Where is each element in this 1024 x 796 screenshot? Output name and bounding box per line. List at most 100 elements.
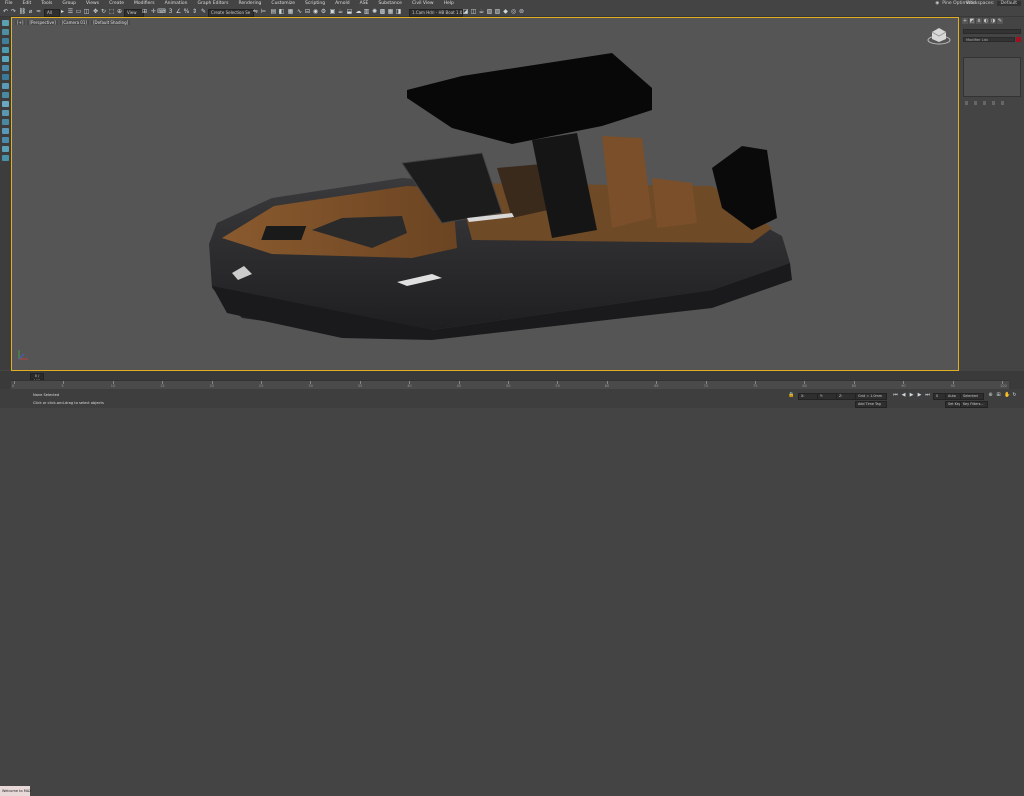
- viewport-menu-plus[interactable]: [+]: [15, 20, 26, 25]
- render-active-shade-icon[interactable]: ▨: [494, 8, 501, 15]
- vray-bitmap-icon[interactable]: ◨: [395, 8, 402, 15]
- pin-stack-icon[interactable]: [965, 101, 968, 105]
- workspace-selector[interactable]: Workspaces: Default: [966, 0, 1021, 7]
- menu-item-graph-editors[interactable]: Graph Editors: [193, 1, 234, 6]
- material-editor-icon[interactable]: ◉: [312, 8, 319, 15]
- motion-icon[interactable]: [2, 47, 9, 53]
- pivot-center-icon[interactable]: ⊞: [141, 8, 148, 15]
- zoom-all-icon[interactable]: ⊞: [996, 393, 1001, 398]
- track-bar[interactable]: 0 5 10 15 20 25 30 35 40 45 50 55 60 65 70 75 80 85 90 95 10…: [11, 380, 1009, 389]
- vray-mesh-export-icon[interactable]: ▦: [387, 8, 394, 15]
- options-icon[interactable]: [2, 155, 9, 161]
- render-production-icon[interactable]: ☕: [337, 8, 344, 15]
- viewcube-icon[interactable]: [926, 24, 952, 46]
- select-object-icon[interactable]: ▸: [59, 8, 66, 15]
- viewport-label[interactable]: [+] [Perspective] [Camera 01] [Default S…: [15, 20, 131, 25]
- named-selection-set-dropdown[interactable]: Create Selection Se: [208, 8, 254, 17]
- menu-item-civil-view[interactable]: Civil View: [407, 1, 439, 6]
- time-slider[interactable]: 0 / 100: [30, 373, 44, 383]
- render-setup-icon[interactable]: ⚙: [320, 8, 327, 15]
- menu-item-views[interactable]: Views: [81, 1, 104, 6]
- rendered-frame-window-icon[interactable]: ▣: [329, 8, 336, 15]
- display-filter-icon[interactable]: [2, 92, 9, 98]
- make-unique-icon[interactable]: [983, 101, 986, 105]
- create-icon[interactable]: [2, 20, 9, 26]
- search-icon[interactable]: ⊚: [518, 8, 525, 15]
- previous-frame-icon[interactable]: ◀: [901, 393, 906, 398]
- align-icon[interactable]: ⊨: [260, 8, 267, 15]
- auto-key-button[interactable]: Auto: [945, 393, 961, 400]
- key-mode-dropdown[interactable]: Selected: [960, 393, 984, 400]
- configure-modifier-sets-icon[interactable]: [1001, 101, 1004, 105]
- go-to-end-icon[interactable]: ⏭: [925, 393, 930, 398]
- curve-editor-icon[interactable]: ∿: [296, 8, 303, 15]
- menu-item-modifiers[interactable]: Modifiers: [129, 1, 160, 6]
- sort-icon[interactable]: [2, 119, 9, 125]
- menu-item-tools[interactable]: Tools: [36, 1, 57, 6]
- lock-selection-icon[interactable]: 🔒: [788, 393, 794, 398]
- selection-filter-dropdown[interactable]: All: [44, 8, 60, 17]
- mirror-icon[interactable]: ⇋: [252, 8, 259, 15]
- menu-item-create[interactable]: Create: [104, 1, 129, 6]
- hide-icon[interactable]: [2, 101, 9, 107]
- select-scale-icon[interactable]: ⬚: [108, 8, 115, 15]
- select-by-name-icon[interactable]: ☰: [67, 8, 74, 15]
- spinner-snap-icon[interactable]: ⇕: [191, 8, 198, 15]
- modifier-stack[interactable]: [963, 57, 1021, 97]
- menu-item-rendering[interactable]: Rendering: [233, 1, 266, 6]
- viewport-camera[interactable]: [Camera 01]: [59, 20, 89, 25]
- modify-icon[interactable]: [2, 29, 9, 35]
- modify-tab-icon[interactable]: ◩: [969, 18, 975, 24]
- angle-snap-icon[interactable]: ∠: [175, 8, 182, 15]
- remove-modifier-icon[interactable]: [992, 101, 995, 105]
- menu-item-arnold[interactable]: Arnold: [330, 1, 355, 6]
- utilities-icon[interactable]: [2, 65, 9, 71]
- workspace-value[interactable]: Default: [996, 1, 1021, 6]
- viewport-point-of-view[interactable]: [Perspective]: [27, 20, 58, 25]
- play-icon[interactable]: ▶: [909, 393, 914, 398]
- zoom-icon[interactable]: ⊕: [988, 393, 993, 398]
- hierarchy-tab-icon[interactable]: ⋔: [976, 18, 982, 24]
- render-in-cloud-icon[interactable]: ☁: [355, 8, 362, 15]
- ribbon-icon[interactable]: ▦: [287, 8, 294, 15]
- menu-item-file[interactable]: File: [0, 1, 18, 6]
- vray-light-lister-icon[interactable]: ✺: [371, 8, 378, 15]
- menu-item-customize[interactable]: Customize: [266, 1, 300, 6]
- z-coord-field[interactable]: Z:: [836, 393, 856, 400]
- vray-material-icon[interactable]: ▩: [379, 8, 386, 15]
- display-tab-icon[interactable]: ◑: [990, 18, 996, 24]
- render-environment-icon[interactable]: ◆: [502, 8, 509, 15]
- toggle-scene-explorer-icon[interactable]: ▤: [270, 8, 277, 15]
- object-name-field[interactable]: [963, 29, 1021, 34]
- hierarchy-icon[interactable]: [2, 38, 9, 44]
- render-region-icon[interactable]: ▧: [486, 8, 493, 15]
- show-end-result-icon[interactable]: [974, 101, 977, 105]
- key-filters-button[interactable]: Key Filters...: [960, 401, 988, 408]
- render-preset-dropdown[interactable]: 1.Cam Hdri - HB Boat 1.0x3: [409, 8, 463, 17]
- freeze-icon[interactable]: [2, 110, 9, 116]
- rectangular-selection-icon[interactable]: ▭: [75, 8, 82, 15]
- schematic-view-icon[interactable]: ⊟: [304, 8, 311, 15]
- placement-icon[interactable]: ⊕: [116, 8, 123, 15]
- modifier-list-dropdown[interactable]: Modifier List: [963, 37, 1015, 42]
- teapot-render-icon[interactable]: ☕: [478, 8, 485, 15]
- percent-snap-icon[interactable]: %: [183, 8, 190, 15]
- utilities-tab-icon[interactable]: ✎: [997, 18, 1003, 24]
- find-icon[interactable]: [2, 128, 9, 134]
- snaps-toggle-icon[interactable]: 3: [167, 8, 174, 15]
- create-tab-icon[interactable]: +: [962, 18, 968, 24]
- x-coord-field[interactable]: X:: [798, 393, 818, 400]
- toggle-layer-explorer-icon[interactable]: ◧: [278, 8, 285, 15]
- orbit-icon[interactable]: ↻: [1012, 393, 1017, 398]
- display-icon[interactable]: [2, 56, 9, 62]
- hierarchy-view-icon[interactable]: [2, 137, 9, 143]
- keyboard-shortcut-icon[interactable]: ⌨: [157, 8, 166, 15]
- menu-item-help[interactable]: Help: [439, 1, 459, 6]
- next-frame-icon[interactable]: ▶: [917, 393, 922, 398]
- layer-icon[interactable]: [2, 83, 9, 89]
- menu-item-ase[interactable]: ASE: [355, 1, 374, 6]
- menu-item-edit[interactable]: Edit: [18, 1, 37, 6]
- vray-frame-buffer-icon[interactable]: ▥: [363, 8, 370, 15]
- scene-explorer-icon[interactable]: [2, 74, 9, 80]
- go-to-start-icon[interactable]: ⏮: [893, 393, 898, 398]
